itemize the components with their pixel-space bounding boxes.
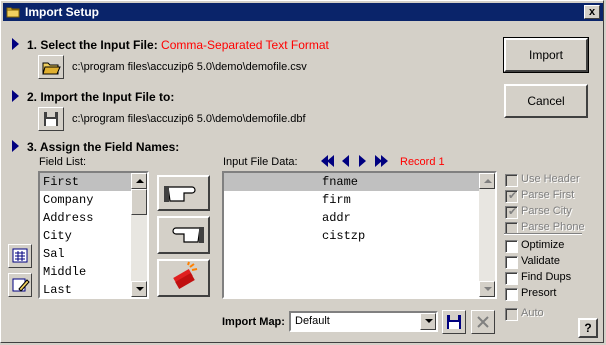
checkmark-icon: ✔ [508,206,518,218]
step3-arrow-icon [12,140,19,152]
save-as-button[interactable] [38,107,64,131]
input-data-item[interactable]: cistzp [224,227,479,245]
title-bar: Import Setup x [3,3,603,21]
option-label: Use Header [521,173,580,185]
option-label: Find Dups [521,271,572,283]
step1-arrow-icon [12,38,19,50]
option-checkbox[interactable] [505,256,518,269]
scroll-down-icon [484,287,492,291]
input-scroll-down-button[interactable] [479,281,495,297]
floppy-disk-icon [44,112,58,126]
step2-arrow-icon [12,90,19,102]
assign-field-button[interactable] [157,175,210,211]
chevron-down-icon [425,319,433,323]
field-list-label: Field List: [39,156,87,168]
scroll-down-icon [136,287,144,291]
prev-record-icon[interactable] [342,155,349,167]
option-label: Auto [521,307,544,319]
save-map-button[interactable] [442,310,466,334]
edit-icon [12,278,30,292]
dynamite-icon [172,261,197,289]
option-label: Parse City [521,205,572,217]
scroll-down-button[interactable] [131,281,147,297]
field-list[interactable]: First Company Address City Sal Middle Last [38,171,149,299]
step3-label: 3. Assign the Field Names: [27,140,180,154]
option-label: Optimize [521,239,565,251]
edit-button[interactable] [8,273,32,297]
input-data-item[interactable]: addr [224,209,479,227]
input-data-item[interactable]: fname [224,173,479,191]
import-setup-window: Import Setup x 1. Select the Input File:… [0,0,604,343]
input-data-label: Input File Data: [223,156,298,168]
input-data-list[interactable]: fname firm addr cistzp [222,171,497,299]
import-map-label: Import Map: [222,316,285,328]
field-list-item[interactable]: Middle [40,263,131,281]
input-data-item[interactable]: firm [224,191,479,209]
folder-icon [6,7,20,18]
import-map-select[interactable]: Default [289,311,438,332]
delete-map-button[interactable] [471,310,495,334]
option-label: Presort [521,287,557,299]
scroll-up-button[interactable] [131,173,147,189]
option-label: Parse First [521,189,575,201]
field-list-item[interactable]: Company [40,191,131,209]
step2-label: 2. Import the Input File to: [27,90,175,104]
calculator-icon [12,248,28,263]
first-record-icon-2[interactable] [327,155,334,167]
checkmark-icon: ✔ [508,190,518,202]
field-list-item[interactable]: Last [40,281,131,299]
option-label: Parse Phone [521,221,585,233]
field-list-item[interactable]: City [40,227,131,245]
import-button[interactable]: Import [503,37,589,73]
option-label: Validate [521,255,560,267]
field-list-item[interactable]: Sal [40,245,131,263]
import-map-dropdown-button[interactable] [420,313,436,330]
open-folder-icon [42,62,61,75]
option-checkbox[interactable] [505,272,518,285]
close-button[interactable]: x [584,5,600,19]
last-record-icon-2[interactable] [381,155,388,167]
option-checkbox: ✔ [505,206,518,219]
delete-x-icon [477,316,489,328]
option-checkbox [505,308,518,321]
field-list-item[interactable]: First [40,173,131,191]
step1-format: Comma-Separated Text Format [161,38,329,52]
record-indicator: Record 1 [400,156,445,168]
input-data-scrollbar[interactable] [479,173,495,297]
option-checkbox[interactable] [505,240,518,253]
scroll-up-icon [136,179,144,183]
scroll-thumb[interactable] [131,189,147,215]
import-map-value: Default [295,315,330,327]
output-file-path: c:\program files\accuzip6 5.0\demo\demof… [72,113,306,125]
help-button[interactable]: ? [578,318,598,338]
scroll-up-icon [484,179,492,183]
option-checkbox [505,174,518,187]
input-file-path: c:\program files\accuzip6 5.0\demo\demof… [72,61,307,73]
options-divider [504,233,582,235]
floppy-disk-icon [447,315,461,329]
window-title: Import Setup [25,5,99,19]
input-scroll-up-button[interactable] [479,173,495,189]
field-list-scrollbar[interactable] [131,173,147,297]
option-checkbox[interactable] [505,288,518,301]
calculator-button[interactable] [8,244,32,268]
point-right-hand-icon [163,186,196,202]
next-record-icon[interactable] [359,155,366,167]
clear-fields-button[interactable] [157,259,210,297]
field-list-item[interactable]: Address [40,209,131,227]
step1-heading: 1. Select the Input File: Comma-Separate… [27,38,329,52]
unassign-field-button[interactable] [157,216,210,254]
option-checkbox: ✔ [505,190,518,203]
step1-label: 1. Select the Input File: [27,38,158,52]
cancel-button[interactable]: Cancel [504,84,588,118]
point-left-hand-icon [171,227,204,243]
open-file-button[interactable] [38,55,64,79]
